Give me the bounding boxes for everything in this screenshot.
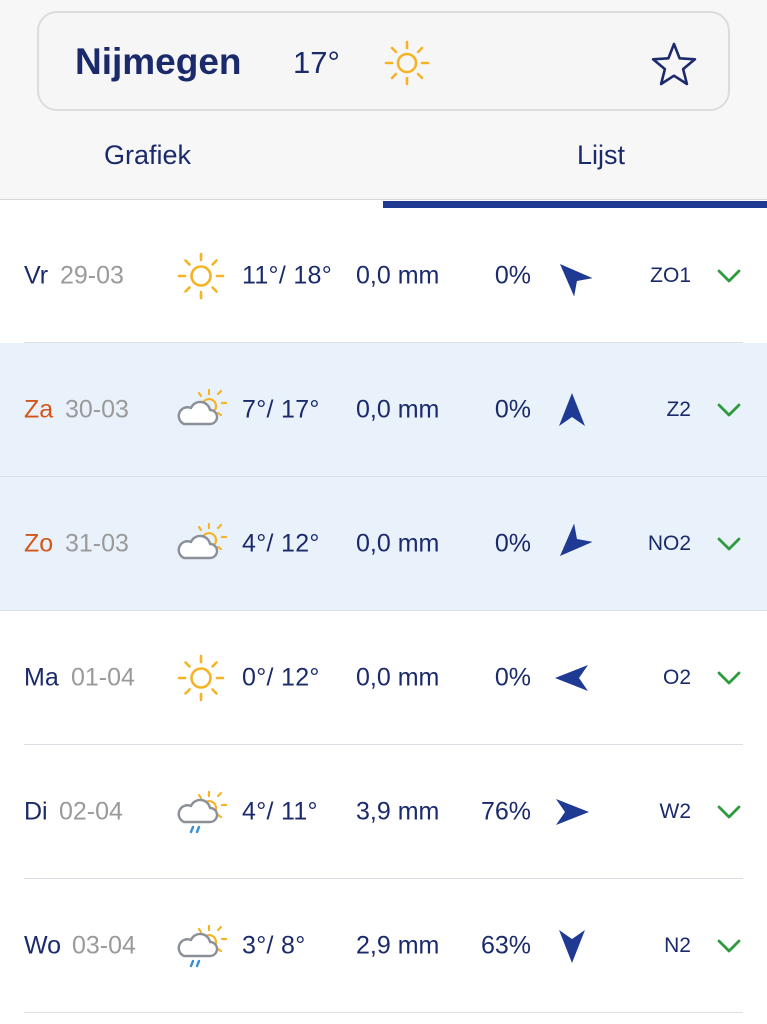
temperature-range: 4°/ 12° [242,529,320,558]
wind-direction-icon [559,524,592,557]
partly-cloudy-rain-icon [177,790,228,834]
sun-icon [177,654,225,702]
precipitation-chance: 0% [494,261,531,290]
wind-label: NO2 [647,532,691,555]
wind-label: ZO1 [650,264,691,287]
precipitation-amount: 0,0 mm [356,261,440,290]
precipitation-amount: 0,0 mm [356,663,440,692]
row-divider [24,1012,743,1013]
chevron-down-icon[interactable] [716,803,742,821]
temperature-range: 3°/ 8° [242,931,306,960]
location-card[interactable]: Nijmegen 17° [37,11,730,111]
partly-cloudy-rain-icon [177,924,228,968]
day-label: Zo [24,529,54,558]
tab-divider [0,199,767,200]
chevron-down-icon[interactable] [716,669,742,687]
current-temperature: 17° [293,45,340,80]
chevron-down-icon[interactable] [716,937,742,955]
city-name[interactable]: Nijmegen [75,41,242,83]
day-label: Ma [24,663,59,692]
tab-lijst[interactable]: Lijst [577,140,625,171]
forecast-row[interactable]: Ma 01-04 0°/ 12° 0,0 mm 0% O2 [0,611,767,745]
day-label: Za [24,395,54,424]
forecast-row[interactable]: Di 02-04 4°/ 11° 3,9 mm 76% W2 [0,745,767,879]
date-label: 02-04 [59,797,123,826]
precipitation-chance: 76% [480,797,531,826]
precipitation-amount: 2,9 mm [356,931,440,960]
tab-grafiek[interactable]: Grafiek [104,140,191,171]
date-label: 03-04 [72,931,136,960]
star-icon[interactable] [651,41,697,87]
wind-label: W2 [659,800,692,823]
app-header: Nijmegen 17° Grafiek Lijst [0,0,767,200]
wind-direction-icon [555,665,588,691]
day-label: Wo [24,931,62,960]
chevron-down-icon[interactable] [716,267,742,285]
wind-label: Z2 [666,398,691,421]
chevron-down-icon[interactable] [716,401,742,419]
temperature-range: 0°/ 12° [242,663,320,692]
precipitation-chance: 0% [494,395,531,424]
wind-label: N2 [664,934,691,957]
wind-direction-icon [559,393,585,426]
wind-label: O2 [662,666,691,689]
date-label: 31-03 [65,529,129,558]
wind-direction-icon [559,930,585,963]
forecast-row[interactable]: Zo 31-03 4°/ 12° 0,0 mm 0% NO2 [0,477,767,611]
sun-icon [177,252,225,300]
precipitation-amount: 0,0 mm [356,395,440,424]
precipitation-amount: 0,0 mm [356,529,440,558]
day-label: Di [24,797,48,826]
date-label: 29-03 [60,261,124,290]
partly-cloudy-icon [177,522,228,560]
wind-direction-icon [559,263,592,296]
sun-icon [384,40,430,86]
precipitation-amount: 3,9 mm [356,797,440,826]
temperature-range: 4°/ 11° [242,797,318,826]
forecast-row[interactable]: Za 30-03 7°/ 17° 0,0 mm 0% Z2 [0,343,767,477]
wind-direction-icon [556,799,589,825]
precipitation-chance: 63% [480,931,531,960]
temperature-range: 7°/ 17° [242,395,320,424]
temperature-range: 11°/ 18° [242,261,333,290]
forecast-row[interactable]: Wo 03-04 3°/ 8° 2,9 mm 63% N2 [0,879,767,1013]
partly-cloudy-icon [177,388,228,426]
precipitation-chance: 0% [494,663,531,692]
day-label: Vr [24,261,49,290]
chevron-down-icon[interactable] [716,535,742,553]
precipitation-chance: 0% [494,529,531,558]
date-label: 30-03 [65,395,129,424]
date-label: 01-04 [71,663,135,692]
active-tab-indicator [383,201,767,208]
forecast-row[interactable]: Vr 29-03 11°/ 18° 0,0 mm 0% ZO1 [0,209,767,343]
